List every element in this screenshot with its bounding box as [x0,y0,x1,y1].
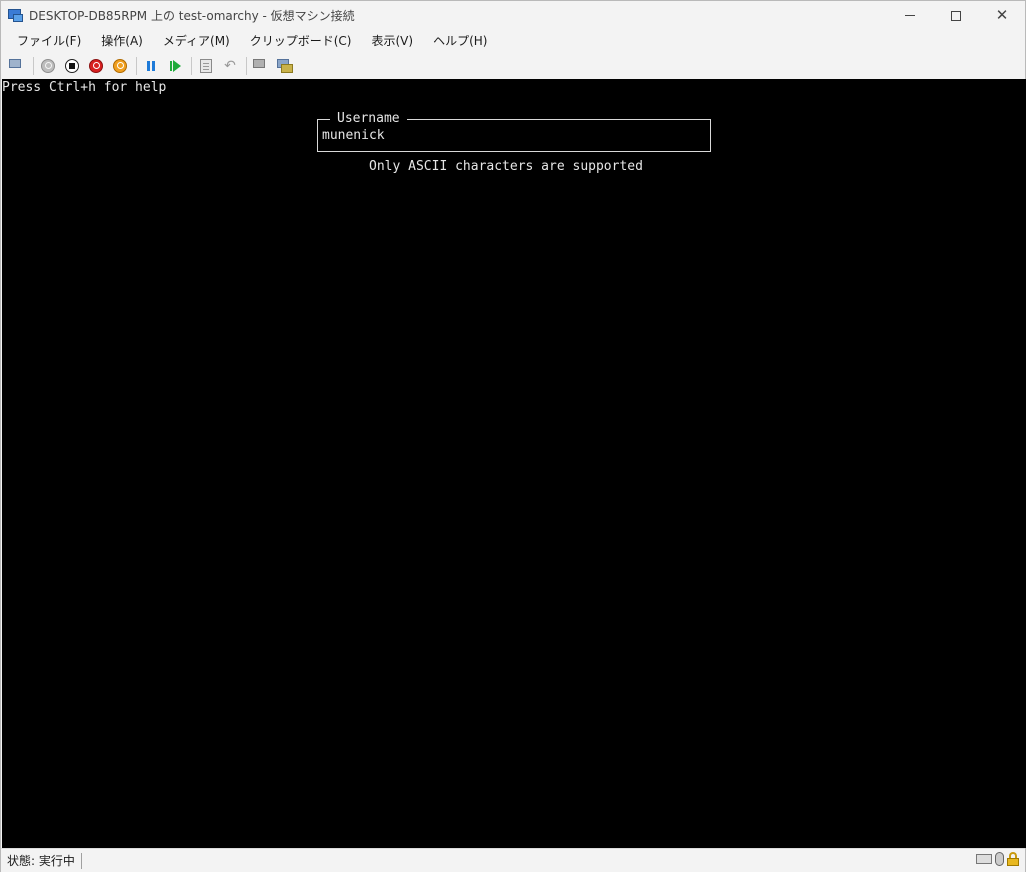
share-button[interactable] [274,55,296,77]
reset-button[interactable] [164,55,186,77]
vm-console-screen[interactable]: Press Ctrl+h for help Username munenick … [2,79,1026,848]
save-button[interactable] [109,55,131,77]
share-icon [277,58,293,73]
close-button[interactable]: ✕ [979,1,1025,30]
window-title: DESKTOP-DB85RPM 上の test-omarchy - 仮想マシン接… [29,9,355,23]
revert-icon: ↶ [224,57,236,74]
title-bar[interactable]: DESKTOP-DB85RPM 上の test-omarchy - 仮想マシン接… [1,1,1025,30]
menu-file[interactable]: ファイル(F) [7,30,91,52]
minimize-button[interactable] [887,1,933,30]
toolbar: ↶ [1,52,1025,79]
pause-button[interactable] [140,55,162,77]
pause-icon [147,60,155,71]
status-separator [80,852,82,869]
toolbar-separator [33,56,34,75]
revert-button[interactable]: ↶ [219,55,241,77]
toolbar-separator [246,56,247,75]
username-label: Username [330,112,407,126]
start-button[interactable] [37,55,59,77]
vm-connection-window: DESKTOP-DB85RPM 上の test-omarchy - 仮想マシン接… [0,0,1026,872]
reset-icon [169,59,181,72]
status-text: 状態: 実行中 [7,854,75,868]
keyboard-icon [976,854,992,864]
shut-down-icon [89,58,103,73]
turn-off-icon [65,58,79,73]
checkpoint-icon [200,58,212,73]
ctrl-alt-del-icon [9,58,25,73]
ctrl-alt-del-button[interactable] [6,55,28,77]
checkpoint-button[interactable] [195,55,217,77]
minimize-icon [905,15,915,16]
maximize-button[interactable] [933,1,979,30]
toolbar-separator [136,56,137,75]
mouse-icon [995,852,1004,866]
menu-clipboard[interactable]: クリップボード(C) [240,30,362,52]
toolbar-separator [191,56,192,75]
ascii-hint-text: Only ASCII characters are supported [369,159,643,174]
lock-icon [1007,852,1019,866]
close-icon: ✕ [995,6,1009,24]
username-value[interactable]: munenick [322,128,385,143]
enhanced-session-button[interactable] [250,55,272,77]
shut-down-button[interactable] [85,55,107,77]
save-icon [113,58,127,73]
help-hint-text: Press Ctrl+h for help [2,80,167,95]
menu-media[interactable]: メディア(M) [153,30,240,52]
menu-view[interactable]: 表示(V) [362,30,424,52]
menu-help[interactable]: ヘルプ(H) [423,30,497,52]
start-icon [41,58,55,73]
vm-connection-app-icon [8,8,24,24]
maximize-icon [951,10,961,21]
enhanced-session-icon [253,58,269,73]
status-bar: 状態: 実行中 [1,848,1025,872]
username-field[interactable]: Username munenick [317,112,711,152]
status-icons [976,852,1019,866]
turn-off-button[interactable] [61,55,83,77]
window-controls: ✕ [887,1,1025,30]
menu-action[interactable]: 操作(A) [91,30,153,52]
menu-bar: ファイル(F) 操作(A) メディア(M) クリップボード(C) 表示(V) ヘ… [1,30,1025,52]
